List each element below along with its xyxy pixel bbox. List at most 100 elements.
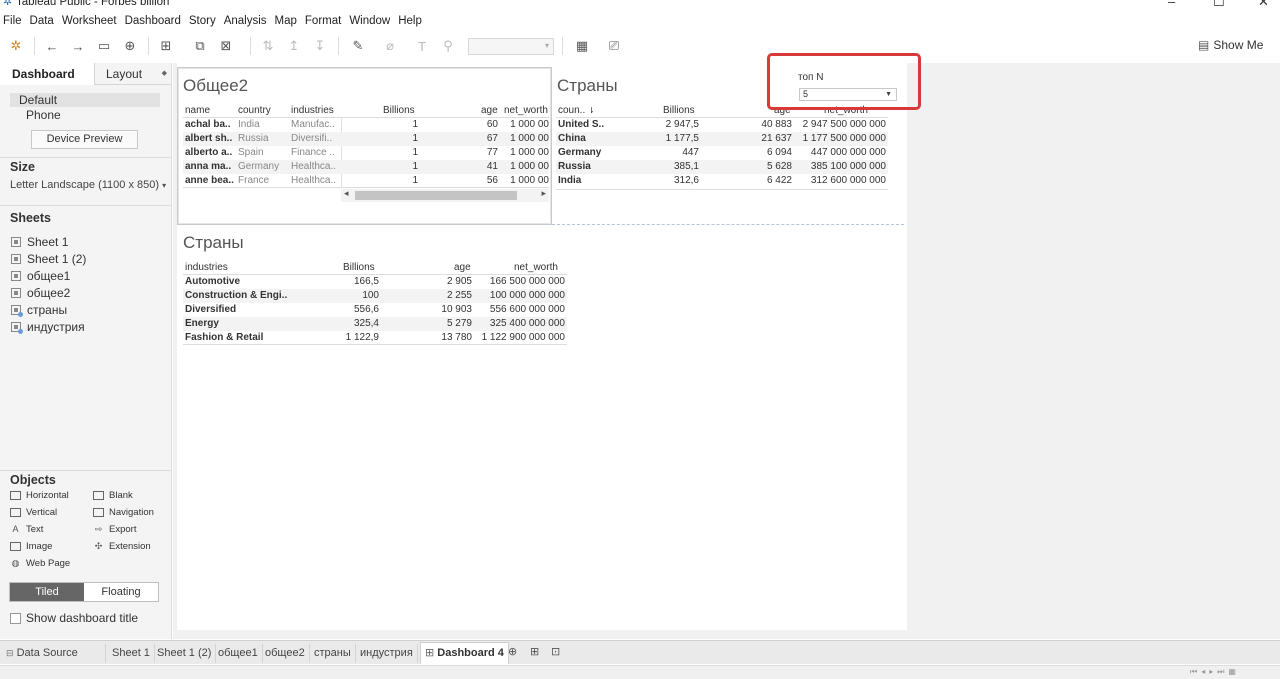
table-cell-billions[interactable]: 312,6 (640, 175, 699, 186)
table-cell-billions[interactable]: 1 122,9 (310, 332, 379, 343)
table-cell-net-worth[interactable]: 1 000 00 (505, 119, 549, 130)
scroll-right-icon[interactable]: ▸ (541, 188, 546, 199)
tab-obshee2[interactable]: общее2 (261, 644, 310, 663)
new-story-icon[interactable]: ⊡ (551, 645, 560, 658)
table-cell-name[interactable]: achal ba.. (185, 119, 237, 130)
sheet-item[interactable]: страны (11, 301, 86, 318)
menu-worksheet[interactable]: Worksheet (58, 13, 121, 29)
table-cell-name[interactable]: albert sh.. (185, 133, 237, 144)
tab-sheet-1-2[interactable]: Sheet 1 (2) (153, 644, 217, 663)
table-cell-billions[interactable]: 325,4 (310, 318, 379, 329)
table-cell-country[interactable]: India (558, 175, 608, 186)
show-me-button[interactable]: ▤ Show Me (1198, 38, 1263, 52)
tab-layout[interactable]: Layout ◆ (96, 63, 172, 85)
tab-dashboard[interactable]: Dashboard (0, 63, 95, 85)
table-cell-billions[interactable]: 1 (350, 119, 418, 130)
col-header-billions[interactable]: Billions (383, 105, 415, 116)
tab-dashboard-4[interactable]: ⊞ Dashboard 4 (420, 642, 509, 664)
scrollbar-thumb[interactable] (355, 191, 517, 200)
menu-dashboard[interactable]: Dashboard (121, 13, 185, 29)
tab-strany[interactable]: страны (310, 644, 356, 663)
table-cell-country[interactable]: Russia (558, 161, 608, 172)
table-cell-industries[interactable]: Finance .. (291, 147, 341, 158)
table-cell-net-worth[interactable]: 1 000 00 (505, 133, 549, 144)
sheet-item[interactable]: Sheet 1 (11, 233, 86, 250)
menu-data[interactable]: Data (26, 13, 58, 29)
table-cell-billions[interactable]: 447 (640, 147, 699, 158)
object-vertical[interactable]: Vertical (10, 507, 57, 518)
table-cell-name[interactable]: anne bea.. (185, 175, 237, 186)
col-header-country[interactable]: country (238, 105, 271, 116)
table-cell-net-worth[interactable]: 1 122 900 000 000 (475, 332, 565, 343)
menu-format[interactable]: Format (301, 13, 345, 29)
table-cell-net-worth[interactable]: 2 947 500 000 000 (794, 119, 886, 130)
minimize-icon[interactable]: – (1168, 0, 1175, 9)
table-cell-billions[interactable]: 385,1 (640, 161, 699, 172)
table-cell-net-worth[interactable]: 556 600 000 000 (475, 304, 565, 315)
group-icon[interactable]: ⌀ (380, 37, 400, 55)
table-cell-country[interactable]: Spain (238, 147, 290, 158)
table-cell-billions[interactable]: 1 177,5 (640, 133, 699, 144)
sort-icon[interactable]: ⇂ (588, 106, 595, 115)
floating-button[interactable]: Floating (84, 583, 158, 601)
col-header-age[interactable]: age (454, 262, 471, 273)
sort-ascending-icon[interactable]: ↥ (284, 37, 304, 55)
sheet-item[interactable]: индустрия (11, 318, 86, 335)
table-cell-industries[interactable]: Healthca.. (291, 175, 341, 186)
table-cell-industries[interactable]: Fashion & Retail (185, 332, 295, 343)
table-cell-age[interactable]: 5 628 (750, 161, 792, 172)
object-image[interactable]: Image (10, 541, 52, 552)
table-cell-age[interactable]: 21 637 (750, 133, 792, 144)
table-cell-age[interactable]: 2 905 (430, 276, 472, 287)
swap-icon[interactable]: ⇅ (258, 37, 278, 55)
tiled-button[interactable]: Tiled (10, 583, 84, 601)
table-cell-country[interactable]: India (238, 119, 290, 130)
table-cell-industries[interactable]: Construction & Engi.. (185, 290, 295, 301)
sheet-navigation-icon[interactable]: ⏮◂▸⏭▦ (1190, 667, 1240, 677)
table-cell-industries[interactable]: Manufac.. (291, 119, 341, 130)
col-header-net-worth[interactable]: net_worth (504, 105, 548, 116)
table-cell-age[interactable]: 40 883 (750, 119, 792, 130)
table-cell-age[interactable]: 6 094 (750, 147, 792, 158)
menu-window[interactable]: Window (345, 13, 394, 29)
col-header-net-worth[interactable]: net_worth (514, 262, 558, 273)
table-cell-country[interactable]: France (238, 175, 290, 186)
table-cell-net-worth[interactable]: 325 400 000 000 (475, 318, 565, 329)
table-cell-age[interactable]: 10 903 (430, 304, 472, 315)
table-cell-billions[interactable]: 556,6 (310, 304, 379, 315)
table-cell-name[interactable]: alberto a.. (185, 147, 237, 158)
object-export[interactable]: ⇨ Export (93, 524, 137, 535)
table-cell-age[interactable]: 5 279 (430, 318, 472, 329)
table-cell-billions[interactable]: 1 (350, 147, 418, 158)
col-header-age[interactable]: age (481, 105, 498, 116)
table-cell-net-worth[interactable]: 166 500 000 000 (475, 276, 565, 287)
table-cell-industries[interactable]: Diversified (185, 304, 295, 315)
object-horizontal[interactable]: Horizontal (10, 490, 69, 501)
table-cell-net-worth[interactable]: 1 000 00 (505, 161, 549, 172)
table-cell-country[interactable]: Germany (238, 161, 290, 172)
table-cell-net-worth[interactable]: 1 000 00 (505, 175, 549, 186)
highlight-icon[interactable]: ✎ (348, 37, 368, 55)
col-header-billions[interactable]: Billions (343, 262, 375, 273)
menu-help[interactable]: Help (394, 13, 426, 29)
menu-story[interactable]: Story (185, 13, 220, 29)
table-cell-country[interactable]: Russia (238, 133, 290, 144)
device-preview-button[interactable]: Device Preview (31, 130, 138, 149)
table-cell-billions[interactable]: 166,5 (310, 276, 379, 287)
table-cell-age[interactable]: 13 780 (430, 332, 472, 343)
table-cell-age[interactable]: 67 (470, 133, 498, 144)
save-icon[interactable]: ▭ (94, 37, 114, 55)
device-default[interactable]: Default (10, 93, 160, 107)
tab-data-source[interactable]: ⊟ Data Source (2, 644, 106, 663)
sheet-item[interactable]: общее1 (11, 267, 86, 284)
sort-descending-icon[interactable]: ↧ (310, 37, 330, 55)
tab-obshee1[interactable]: общее1 (214, 644, 263, 663)
show-title-toggle[interactable]: Show dashboard title (10, 611, 138, 625)
label-icon[interactable]: T (412, 37, 432, 55)
object-text[interactable]: A Text (10, 524, 43, 535)
table-cell-industries[interactable]: Healthca.. (291, 161, 341, 172)
new-dashboard-icon[interactable]: ⊞ (530, 645, 539, 658)
new-worksheet-icon[interactable]: ⊕ (508, 645, 517, 658)
table-cell-name[interactable]: anna ma.. (185, 161, 237, 172)
table-cell-age[interactable]: 6 422 (750, 175, 792, 186)
